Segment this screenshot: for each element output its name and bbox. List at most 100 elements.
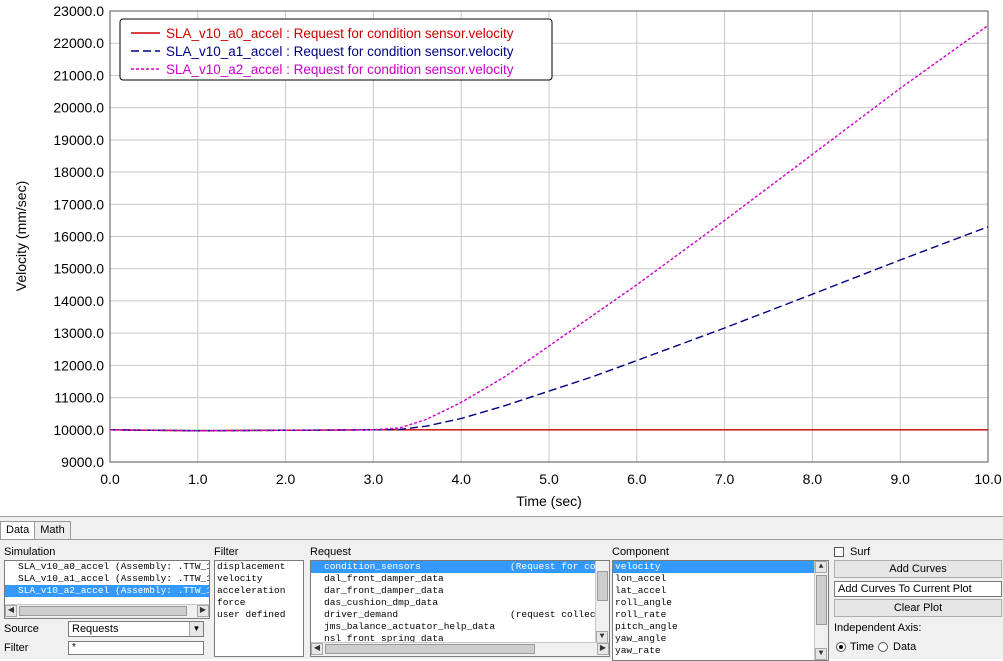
y-tick-label: 12000.0 <box>53 357 104 373</box>
list-item[interactable]: dal_front_damper_data <box>311 573 595 585</box>
filter-item-label: displacement <box>217 561 286 572</box>
list-item[interactable]: lat_accel <box>613 585 814 597</box>
legend-entry-0: SLA_v10_a0_accel : Request for condition… <box>166 26 514 41</box>
request-name: dal_front_damper_data <box>324 573 444 584</box>
simulation-name: SLA_v10_a1_accel <box>18 573 110 584</box>
list-item[interactable]: condition_sensors (Request for cond <box>311 561 607 573</box>
y-tick-label: 11000.0 <box>54 390 104 406</box>
data-radio-label: Data <box>893 641 917 653</box>
request-name: jms_balance_actuator_help_data <box>324 621 496 632</box>
x-tick-label: 0.0 <box>100 471 120 487</box>
filter-item-label: acceleration <box>217 585 286 596</box>
component-item-label: roll_rate <box>615 609 667 620</box>
simulation-info: (Assembly: .TTW_1 <box>115 585 210 596</box>
request-vscroll[interactable]: ▼ <box>595 561 609 643</box>
add-mode-select[interactable]: Add Curves To Current Plot <box>834 581 1002 597</box>
x-tick-label: 10.0 <box>974 471 1001 487</box>
scroll-left-icon[interactable]: ◀ <box>311 643 323 655</box>
y-tick-label: 10000.0 <box>53 422 104 438</box>
list-item[interactable]: roll_angle <box>613 597 814 609</box>
y-tick-label: 16000.0 <box>53 229 104 245</box>
request-name: das_cushion_dmp_data <box>324 597 439 608</box>
list-item[interactable]: SLA_v10_a2_accel (Assembly: .TTW_1 <box>5 585 209 597</box>
filter-list[interactable]: displacement velocity acceleration force use… <box>214 560 304 657</box>
component-item-label: lon_accel <box>615 573 667 584</box>
surf-checkbox[interactable] <box>834 547 844 557</box>
list-item[interactable]: pitch_angle <box>613 621 814 633</box>
component-item-label: yaw_rate <box>615 645 661 656</box>
scroll-thumb[interactable] <box>816 575 827 625</box>
filter-list-label: Filter <box>214 546 239 558</box>
filter-item-label: force <box>217 597 246 608</box>
request-hscroll[interactable]: ◀ ▶ <box>311 642 609 656</box>
component-vscroll[interactable]: ▲ ▼ <box>814 561 828 660</box>
simulation-hscroll[interactable]: ◀ ▶ <box>5 604 209 618</box>
scroll-up-icon[interactable]: ▲ <box>815 561 827 573</box>
data-radio[interactable] <box>878 642 888 652</box>
list-item[interactable]: lon_accel <box>613 573 814 585</box>
list-item[interactable]: displacement <box>215 561 303 573</box>
y-tick-label: 9000.0 <box>61 454 104 470</box>
scroll-right-icon[interactable]: ▶ <box>197 605 209 617</box>
source-select[interactable]: Requests ▼ <box>68 621 204 637</box>
y-tick-label: 13000.0 <box>53 325 104 341</box>
chevron-down-icon[interactable]: ▼ <box>189 622 203 636</box>
list-item[interactable]: SLA_v10_a0_accel (Assembly: .TTW_1 <box>5 561 209 573</box>
tab-divider <box>0 539 1003 540</box>
list-item[interactable]: velocity <box>613 561 814 573</box>
list-item[interactable]: yaw_angle <box>613 633 814 645</box>
list-item[interactable]: driver_demand (request collecti <box>311 609 607 621</box>
scroll-thumb[interactable] <box>597 571 608 601</box>
filter-input[interactable]: * <box>68 641 204 655</box>
list-item[interactable]: velocity <box>215 573 303 585</box>
list-item[interactable]: acceleration <box>215 585 303 597</box>
request-name: condition_sensors <box>324 561 421 572</box>
x-axis-label: Time (sec) <box>516 493 582 509</box>
list-item[interactable]: force <box>215 597 303 609</box>
source-label: Source <box>4 623 39 635</box>
list-item[interactable]: roll_rate <box>613 609 814 621</box>
scroll-thumb[interactable] <box>325 644 535 654</box>
request-info: (Request for cond <box>510 561 607 572</box>
scroll-thumb[interactable] <box>19 606 187 616</box>
list-item[interactable]: dar_front_damper_data <box>311 585 595 597</box>
tab-data[interactable]: Data <box>0 521 36 540</box>
simulation-list[interactable]: SLA_v10_a0_accel (Assembly: .TTW_1 SLA_v10… <box>4 560 210 619</box>
list-item[interactable]: das_cushion_dmp_data <box>311 597 595 609</box>
legend-entry-2: SLA_v10_a2_accel : Request for condition… <box>166 62 514 77</box>
add-mode-value: Add Curves To Current Plot <box>838 583 972 595</box>
surf-label: Surf <box>850 546 871 558</box>
time-radio[interactable] <box>836 642 846 652</box>
scroll-down-icon[interactable]: ▼ <box>815 648 827 660</box>
tab-math[interactable]: Math <box>34 521 71 540</box>
simulation-info: (Assembly: .TTW_1 <box>115 573 210 584</box>
component-label: Component <box>612 546 669 558</box>
add-curves-button[interactable]: Add Curves <box>834 560 1002 578</box>
x-tick-label: 3.0 <box>364 471 384 487</box>
request-label: Request <box>310 546 351 558</box>
component-list[interactable]: velocity lon_accel lat_accel roll_angle roll… <box>612 560 829 661</box>
filter-item-label: velocity <box>217 573 263 584</box>
y-tick-label: 19000.0 <box>53 132 104 148</box>
scroll-left-icon[interactable]: ◀ <box>5 605 17 617</box>
plot-legend: SLA_v10_a0_accel : Request for condition… <box>119 18 553 81</box>
request-info: (request collecti <box>510 609 607 620</box>
y-tick-label: 20000.0 <box>53 100 104 116</box>
component-item-label: velocity <box>615 561 661 572</box>
y-tick-label: 15000.0 <box>53 261 104 277</box>
list-item[interactable]: SLA_v10_a1_accel (Assembly: .TTW_1 <box>5 573 209 585</box>
filter-item-label: user defined <box>217 609 286 620</box>
scroll-right-icon[interactable]: ▶ <box>597 643 609 655</box>
x-tick-label: 8.0 <box>803 471 823 487</box>
list-item[interactable]: jms_balance_actuator_help_data <box>311 621 595 633</box>
component-item-label: yaw_angle <box>615 633 667 644</box>
request-name: driver_demand <box>324 609 399 620</box>
clear-plot-button[interactable]: Clear Plot <box>834 599 1002 617</box>
y-tick-label: 22000.0 <box>53 35 104 51</box>
filter-field-label: Filter <box>4 642 29 654</box>
request-list[interactable]: condition_sensors (Request for cond dal_fr… <box>310 560 610 657</box>
x-tick-label: 7.0 <box>715 471 735 487</box>
list-item[interactable]: yaw_rate <box>613 645 814 657</box>
simulation-label: Simulation <box>4 546 56 558</box>
list-item[interactable]: user defined <box>215 609 303 621</box>
